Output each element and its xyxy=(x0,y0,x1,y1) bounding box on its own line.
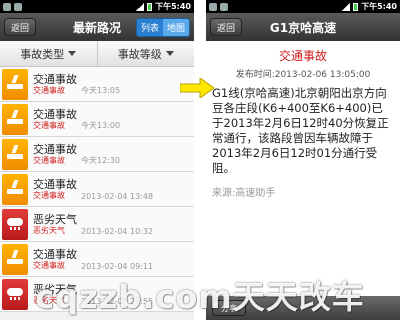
bottom-bar: 分享 xyxy=(206,296,400,320)
battery-icon xyxy=(147,2,153,11)
android-icon xyxy=(14,2,22,11)
item-time: 今天12:30 xyxy=(81,156,121,165)
weather-icon xyxy=(2,208,28,240)
arrow-right-icon xyxy=(180,78,214,98)
accident-icon xyxy=(2,173,28,205)
app-notification-icon xyxy=(3,2,11,11)
item-time: 今天13:05 xyxy=(81,86,121,95)
battery-icon xyxy=(353,2,359,11)
map-view-button[interactable]: 地图 xyxy=(162,18,189,36)
list-item[interactable]: 交通事故 交通事故 2013-02-04 09:11 xyxy=(0,242,194,277)
accident-level-filter[interactable]: 事故等级 xyxy=(98,41,195,66)
item-time: 2013-02-04 09:11 xyxy=(81,262,154,271)
chevron-down-icon xyxy=(68,51,77,56)
list-item[interactable]: 交通事故 交通事故 2013-02-04 13:48 xyxy=(0,172,194,207)
detail-header: 交通事故 发布时间:2013-02-06 13:05:00 xyxy=(206,41,400,80)
status-bar: 下午5:40 xyxy=(206,0,400,13)
item-time: 2013-02-04 13:48 xyxy=(81,192,154,201)
traffic-list-screen: 下午5:40 返回 最新路况 列表 地图 事故类型 事故等级 交通事故 交通事故… xyxy=(0,0,194,320)
back-button[interactable]: 返回 xyxy=(210,18,243,36)
view-toggle: 列表 地图 xyxy=(135,17,190,37)
signal-icon xyxy=(136,2,145,11)
incident-list: 交通事故 交通事故 今天13:05 交通事故 交通事故 今天13:00 交通事故… xyxy=(0,67,194,312)
accident-icon xyxy=(2,68,28,100)
back-button[interactable]: 返回 xyxy=(4,18,37,36)
share-button[interactable]: 分享 xyxy=(212,300,246,316)
item-time: 今天13:00 xyxy=(81,121,121,130)
accident-type-filter[interactable]: 事故类型 xyxy=(0,41,98,66)
item-type: 交通事故 xyxy=(33,261,65,270)
publish-time: 发布时间:2013-02-06 13:05:00 xyxy=(235,70,371,80)
list-view-button[interactable]: 列表 xyxy=(136,18,163,36)
android-icon xyxy=(220,2,228,11)
filter-bar: 事故类型 事故等级 xyxy=(0,41,194,67)
accident-type-label: 事故类型 xyxy=(20,47,65,61)
item-type: 交通事故 xyxy=(33,156,65,165)
accident-icon xyxy=(2,103,28,135)
item-type: 恶劣天气 xyxy=(33,226,65,235)
item-type: 交通事故 xyxy=(33,121,65,130)
incident-detail-screen: 下午5:40 返回 G1京哈高速 交通事故 发布时间:2013-02-06 13… xyxy=(206,0,400,320)
item-type: 交通事故 xyxy=(33,191,65,200)
list-item[interactable]: 恶劣天气 恶劣天气 2013-02-04 10:32 xyxy=(0,207,194,242)
title-bar: 返回 最新路况 列表 地图 xyxy=(0,13,194,41)
incident-source: 来源:高速助手 xyxy=(212,188,276,199)
status-bar: 下午5:40 xyxy=(0,0,194,13)
status-time: 下午5:40 xyxy=(361,2,397,11)
status-time: 下午5:40 xyxy=(155,2,191,11)
incident-category: 交通事故 xyxy=(278,49,327,63)
item-type: 交通事故 xyxy=(33,86,65,95)
accident-icon xyxy=(2,243,28,275)
item-time: 2013-02-04 10:32 xyxy=(81,227,154,236)
chevron-down-icon xyxy=(165,51,174,56)
accident-icon xyxy=(2,138,28,170)
title-bar: 返回 G1京哈高速 xyxy=(206,13,400,41)
incident-body: G1线(京哈高速)北京朝阳出京方向豆各庄段(K6+400至K6+400)已于20… xyxy=(212,86,389,175)
signal-icon xyxy=(342,2,351,11)
list-item[interactable]: 交通事故 交通事故 今天13:00 xyxy=(0,102,194,137)
list-item[interactable]: 恶劣天气 恶劣天气 2013-02-03 21:55 xyxy=(0,277,194,312)
item-time: 2013-02-03 21:55 xyxy=(81,297,154,306)
list-item[interactable]: 交通事故 交通事故 今天13:05 xyxy=(0,67,194,102)
weather-icon xyxy=(2,278,28,310)
accident-level-label: 事故等级 xyxy=(117,47,162,61)
app-notification-icon xyxy=(209,2,217,11)
list-item[interactable]: 交通事故 交通事故 今天12:30 xyxy=(0,137,194,172)
item-type: 恶劣天气 xyxy=(33,296,65,305)
